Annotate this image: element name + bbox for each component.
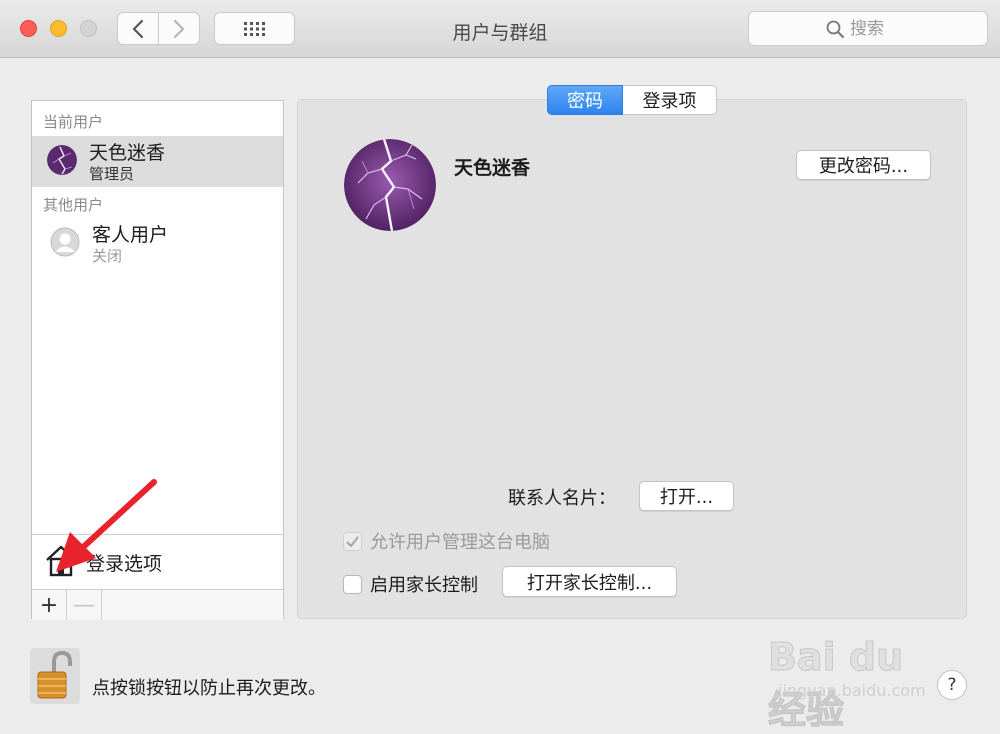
user-role: 管理员 [89, 165, 135, 183]
tab-bar: 密码 登录项 [547, 85, 717, 115]
grid-icon [243, 21, 265, 36]
allow-admin-label: 允许用户管理这台电脑 [370, 532, 550, 553]
help-button[interactable]: ? [937, 670, 967, 700]
parental-control-row: 启用家长控制 [343, 571, 478, 597]
remove-user-button[interactable]: — [67, 590, 102, 620]
user-full-name: 天色迷香 [454, 157, 531, 179]
allow-admin-checkbox[interactable] [343, 531, 362, 551]
user-avatar [47, 145, 77, 175]
open-parental-controls-button[interactable]: 打开家长控制... [502, 566, 677, 597]
checkmark-icon [346, 535, 359, 547]
baidu-watermark: Bai du 经验 jingyan.baidu.com [768, 625, 948, 733]
guest-avatar-icon [50, 227, 80, 257]
unlocked-padlock-icon [30, 648, 80, 704]
zoom-window-button[interactable] [80, 20, 97, 37]
user-row-guest[interactable]: 客人用户 关闭 [32, 218, 283, 269]
close-window-button[interactable] [20, 20, 37, 37]
login-options-label: 登录选项 [86, 553, 163, 575]
house-icon [46, 545, 76, 577]
current-user-header: 当前用户 [43, 113, 104, 131]
login-options-item[interactable]: 登录选项 [32, 534, 283, 589]
show-all-button[interactable] [214, 12, 295, 45]
lock-instruction-text: 点按锁按钮以防止再次更改。 [92, 678, 326, 699]
allow-admin-row: 允许用户管理这台电脑 [343, 528, 550, 554]
back-button[interactable] [117, 12, 159, 45]
change-password-button[interactable]: 更改密码... [796, 150, 931, 180]
lock-button[interactable] [30, 648, 80, 704]
search-field[interactable] [748, 11, 988, 46]
add-user-button[interactable]: + [32, 590, 67, 620]
search-input[interactable] [850, 18, 910, 39]
forward-button[interactable] [158, 12, 200, 45]
minimize-window-button[interactable] [50, 20, 67, 37]
enable-parental-label: 启用家长控制 [370, 575, 478, 596]
search-icon [826, 20, 844, 38]
contact-card-label: 联系人名片： [508, 488, 616, 509]
chevron-left-icon [132, 19, 144, 38]
title-bar: 用户与群组 [0, 0, 1000, 58]
tab-login-items[interactable]: 登录项 [623, 85, 717, 115]
enable-parental-checkbox[interactable] [343, 574, 362, 594]
guest-user-status: 关闭 [92, 247, 123, 265]
other-users-header: 其他用户 [43, 196, 104, 214]
user-name: 天色迷香 [89, 142, 166, 164]
sidebar-toolbar: + — [32, 589, 283, 620]
watermark-url: jingyan.baidu.com [778, 681, 926, 700]
user-picture[interactable] [344, 139, 436, 231]
tab-password[interactable]: 密码 [547, 85, 623, 115]
guest-user-name: 客人用户 [92, 224, 169, 246]
user-row-current[interactable]: 天色迷香 管理员 [32, 136, 283, 187]
users-list: 当前用户 天色迷香 管理员 其他用户 客人用户 关闭 登录选项 + — [31, 100, 284, 620]
chevron-right-icon [173, 19, 185, 38]
open-contact-card-button[interactable]: 打开... [639, 481, 734, 511]
